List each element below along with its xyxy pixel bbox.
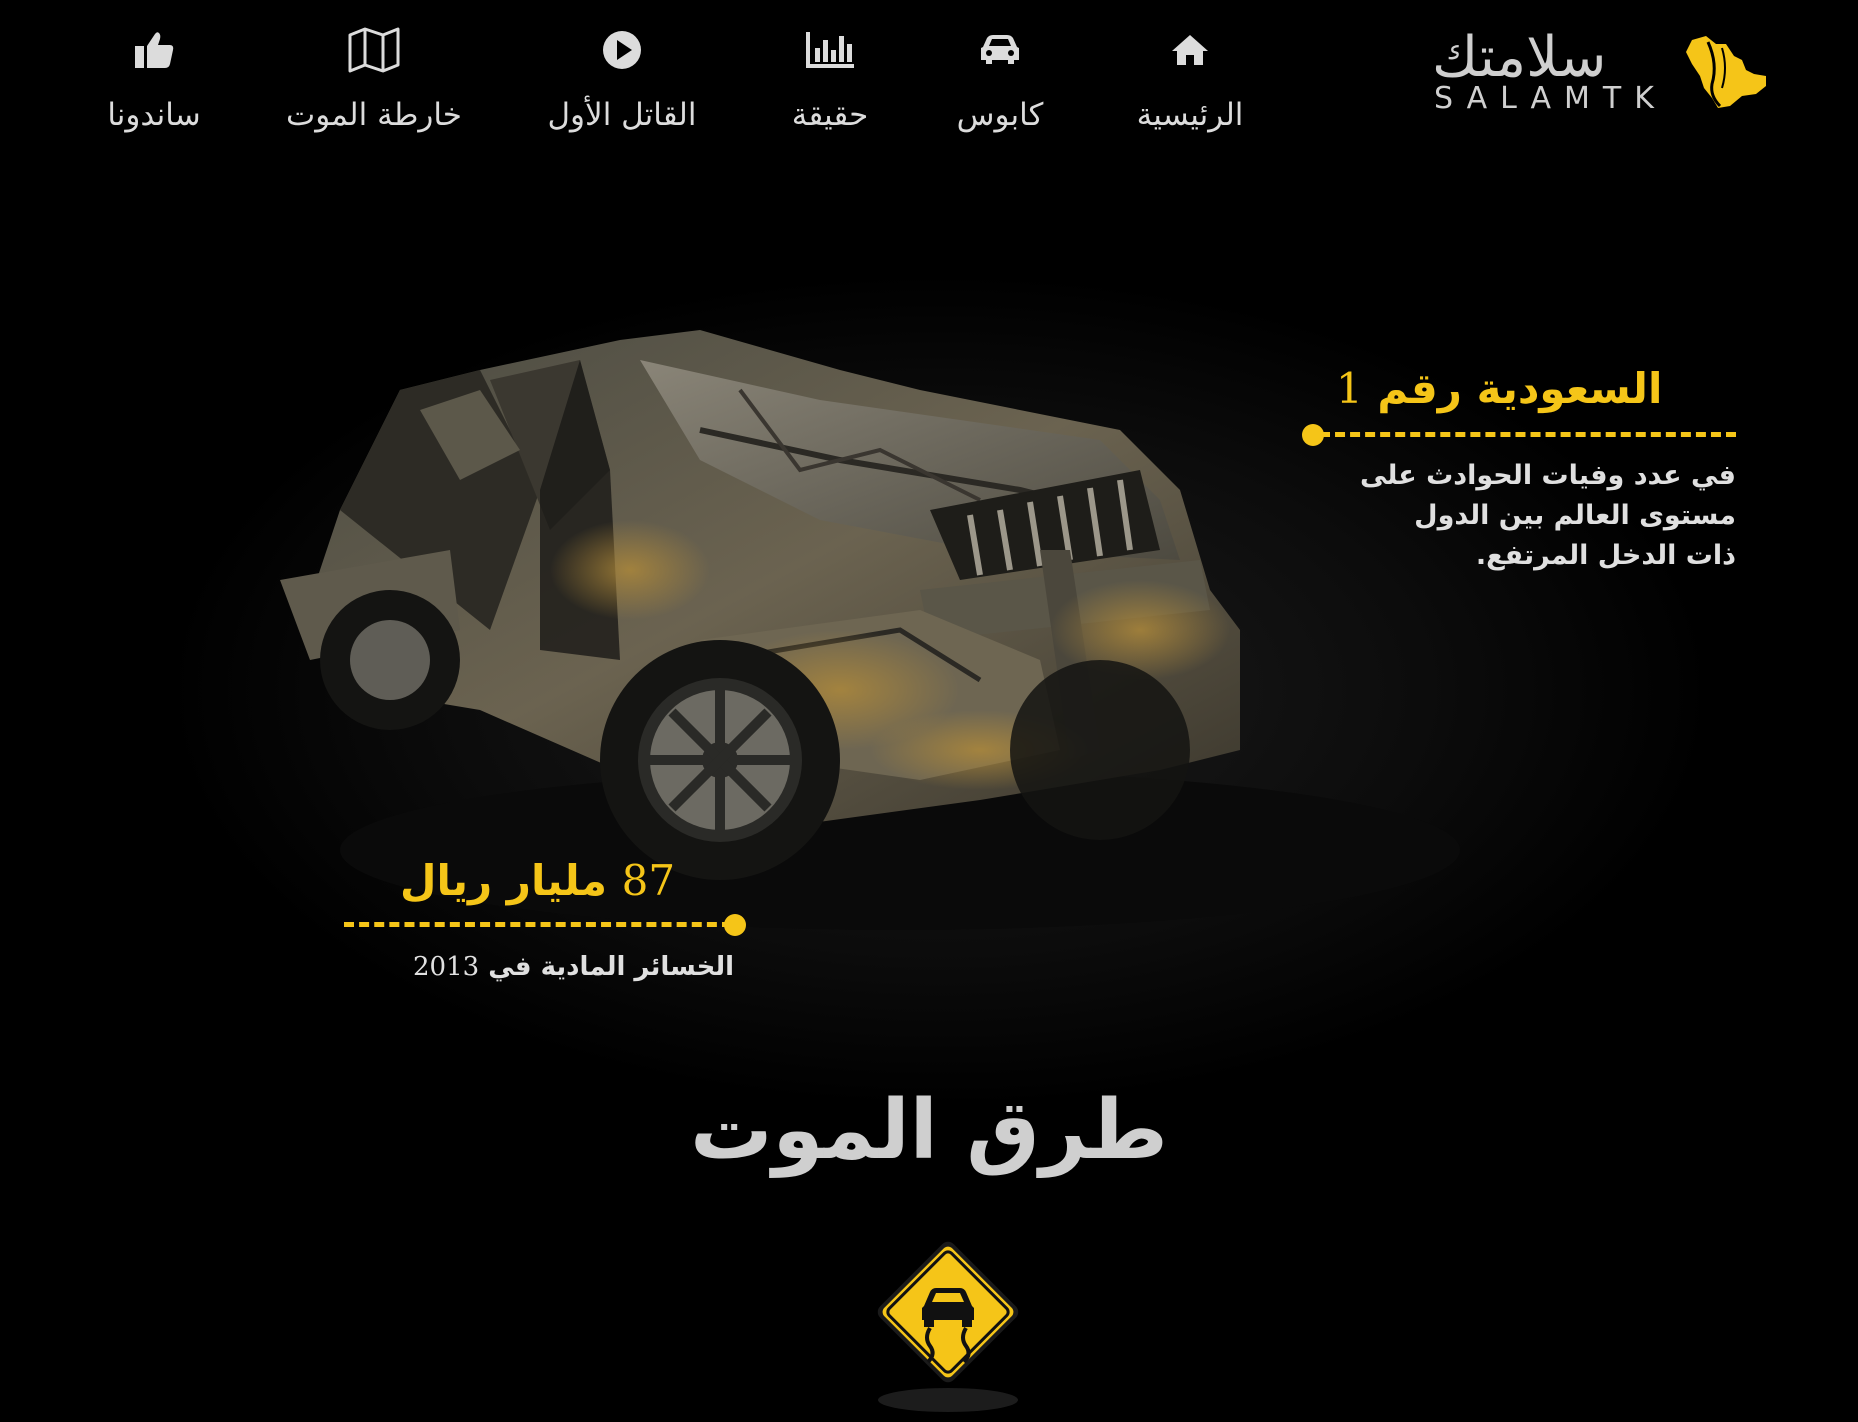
nav-item-first-killer[interactable]: القاتل الأول <box>540 22 704 131</box>
nav-item-nightmare[interactable]: كابوس <box>950 22 1050 131</box>
play-icon <box>594 22 650 78</box>
nav-label-support-us: ساندونا <box>107 97 201 133</box>
nav-item-support-us[interactable]: ساندونا <box>96 22 212 131</box>
nav-label-nightmare: كابوس <box>956 97 1044 133</box>
rank-stat-number: 1 <box>1336 364 1363 413</box>
losses-desc-year: 2013 <box>413 952 480 982</box>
saudi-map-icon <box>1686 36 1766 108</box>
rank-desc-line-3: ذات الدخل المرتفع. <box>1475 540 1736 571</box>
rank-stat-label: السعودية رقم <box>1377 364 1663 413</box>
logo-wordmark: سلامتك <box>1432 25 1608 90</box>
rank-desc-line-2: مستوى العالم بين الدول <box>1414 500 1736 531</box>
rank-stat-description: في عدد وفيات الحوادث على مستوى العالم بي… <box>1316 456 1736 576</box>
rank-stat-title: السعودية رقم 1 <box>1336 368 1662 410</box>
nav-item-death-map[interactable]: خارطة الموت <box>284 22 464 131</box>
rank-callout-line <box>1320 432 1736 437</box>
losses-stat-number: 87 <box>621 856 676 905</box>
section-title: طرق الموت <box>690 1083 1168 1178</box>
slippery-road-warning-icon <box>877 1241 1019 1412</box>
bar-chart-icon <box>802 22 858 78</box>
map-icon <box>346 22 402 78</box>
car-icon <box>972 22 1028 78</box>
nav-label-death-map: خارطة الموت <box>286 97 462 133</box>
rank-desc-line-1: في عدد وفيات الحوادث على <box>1359 460 1736 491</box>
losses-callout-dot <box>724 914 746 936</box>
losses-stat-title: 87 مليار ريال <box>400 860 675 902</box>
losses-desc-text: الخسائر المادية في <box>488 952 734 982</box>
nav-label-fact: حقيقة <box>791 97 869 133</box>
nav-item-fact[interactable]: حقيقة <box>780 22 880 131</box>
losses-stat-label: مليار ريال <box>400 856 608 905</box>
losses-stat-description: الخسائر المادية في 2013 <box>360 950 734 984</box>
logo-latin: SALAMTK <box>1434 81 1667 116</box>
nav-item-home[interactable]: الرئيسية <box>1120 22 1260 131</box>
thumbs-up-icon <box>126 22 182 78</box>
site-logo[interactable]: سلامتك SALAMTK <box>1430 30 1770 124</box>
losses-callout-line <box>344 922 732 927</box>
nav-label-home: الرئيسية <box>1136 97 1244 133</box>
home-icon <box>1162 22 1218 78</box>
nav-label-first-killer: القاتل الأول <box>547 97 697 133</box>
